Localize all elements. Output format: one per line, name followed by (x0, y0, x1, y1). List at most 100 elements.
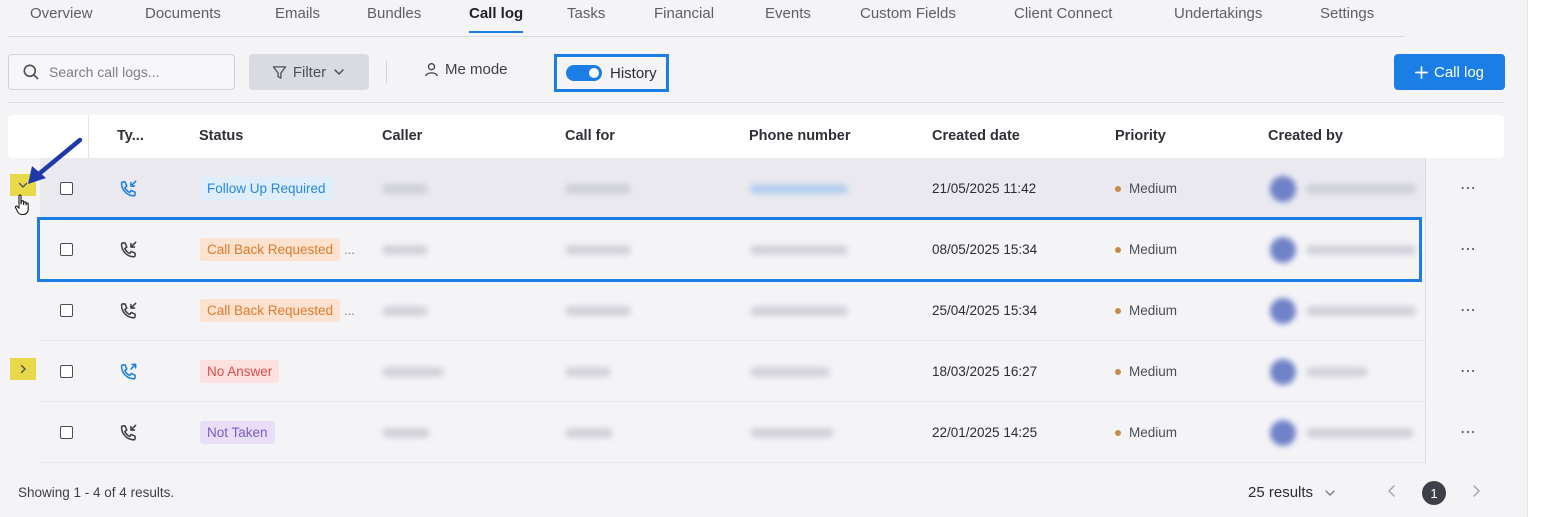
toolbar-divider (386, 61, 387, 83)
header-priority[interactable]: Priority (1115, 128, 1166, 144)
filter-button[interactable]: Filter (249, 54, 369, 90)
priority-indicator: Medium (1115, 425, 1177, 440)
created-by-redacted (1306, 244, 1416, 255)
priority-indicator: Medium (1115, 181, 1177, 196)
header-caller[interactable]: Caller (382, 128, 422, 144)
priority-label: Medium (1129, 425, 1178, 440)
priority-dot (1115, 429, 1121, 436)
row-checkbox[interactable] (60, 304, 73, 317)
incoming-call-icon (120, 241, 137, 258)
tab-bar: Overview Documents Emails Bundles Call l… (8, 0, 1405, 37)
me-mode-label: Me mode (445, 61, 508, 78)
row-more-options-icon[interactable]: ⋯ (1460, 239, 1476, 259)
tab-financial[interactable]: Financial (654, 5, 714, 31)
priority-indicator: Medium (1115, 303, 1177, 318)
priority-label: Medium (1129, 364, 1178, 379)
status-badge: Not Taken (200, 421, 275, 444)
row-more-options-icon[interactable]: ⋯ (1460, 300, 1476, 320)
header-divider (88, 115, 89, 158)
created-date: 18/03/2025 16:27 (932, 364, 1038, 379)
row-checkbox[interactable] (60, 243, 73, 256)
row-expand-toggle-collapsed[interactable] (10, 358, 36, 380)
vertical-scrollbar[interactable] (1527, 0, 1541, 517)
row-checkbox[interactable] (60, 426, 73, 439)
header-type[interactable]: Ty... (117, 128, 144, 144)
table-row[interactable]: Call Back Requested... 25/04/2025 15:34 Me… (40, 280, 1425, 341)
created-by-redacted (1306, 183, 1416, 194)
created-by-redacted (1306, 427, 1414, 438)
call-for-redacted (565, 183, 631, 194)
avatar (1270, 236, 1296, 263)
chevron-down-icon (1325, 489, 1335, 496)
row-more-options-icon[interactable]: ⋯ (1460, 361, 1476, 381)
tab-undertakings[interactable]: Undertakings (1174, 5, 1262, 31)
tab-call-log[interactable]: Call log (469, 5, 524, 33)
header-phone-number[interactable]: Phone number (749, 128, 851, 144)
results-per-page-select[interactable]: 25 results (1248, 484, 1337, 501)
status-badge: Follow Up Required (200, 177, 333, 200)
row-more-options-icon[interactable]: ⋯ (1460, 178, 1476, 198)
created-date: 08/05/2025 15:34 (932, 242, 1038, 257)
tab-overview[interactable]: Overview (30, 5, 93, 31)
status-badge: Call Back Requested (200, 238, 341, 261)
search-box[interactable] (8, 54, 235, 90)
chevron-right-icon (1473, 485, 1481, 497)
priority-dot (1115, 307, 1121, 314)
add-call-log-label: Call log (1433, 63, 1485, 81)
annotation-arrow-icon (28, 137, 83, 184)
hand-cursor-icon (14, 194, 29, 216)
plus-icon (1415, 65, 1428, 79)
tab-events[interactable]: Events (765, 5, 811, 31)
history-toggle[interactable] (566, 65, 602, 81)
tab-tasks[interactable]: Tasks (567, 5, 605, 31)
tab-client-connect[interactable]: Client Connect (1014, 5, 1112, 31)
phone-redacted (750, 244, 848, 255)
caller-redacted (382, 305, 428, 316)
created-date: 22/01/2025 14:25 (932, 425, 1038, 440)
table-row[interactable]: No Answer 18/03/2025 16:27 Medium (40, 341, 1425, 402)
tab-custom-fields[interactable]: Custom Fields (860, 5, 956, 31)
created-by-redacted (1306, 305, 1416, 316)
previous-page-button[interactable] (1386, 484, 1398, 503)
next-page-button[interactable] (1470, 484, 1482, 503)
history-label: History (610, 64, 657, 82)
toolbar-divider-line (8, 102, 1505, 103)
search-input[interactable] (49, 64, 219, 80)
header-created-date[interactable]: Created date (932, 128, 1020, 144)
row-checkbox[interactable] (60, 365, 73, 378)
status-badge: Call Back Requested (200, 299, 341, 322)
priority-dot (1115, 185, 1121, 192)
phone-redacted[interactable] (750, 183, 848, 194)
status-overflow-indicator: ... (344, 303, 355, 318)
priority-indicator: Medium (1115, 364, 1177, 379)
me-mode-button[interactable]: Me mode (424, 61, 508, 78)
page-button-current[interactable]: 1 (1422, 481, 1446, 505)
header-call-for[interactable]: Call for (565, 128, 615, 144)
call-for-redacted (565, 427, 613, 438)
created-date: 25/04/2025 15:34 (932, 303, 1038, 318)
outgoing-call-icon (120, 363, 137, 380)
header-status[interactable]: Status (199, 128, 243, 144)
add-call-log-button[interactable]: Call log (1394, 54, 1505, 90)
chevron-right-icon (20, 364, 26, 374)
phone-redacted (750, 427, 834, 438)
chevron-left-icon (1387, 485, 1395, 497)
row-more-options-icon[interactable]: ⋯ (1460, 422, 1476, 442)
table-row[interactable]: Call Back Requested... 08/05/2025 15:34 Me… (40, 219, 1425, 280)
funnel-icon (272, 65, 287, 79)
tab-emails[interactable]: Emails (275, 5, 320, 31)
phone-redacted (750, 366, 830, 377)
header-created-by[interactable]: Created by (1268, 128, 1343, 144)
avatar (1270, 419, 1296, 446)
tab-documents[interactable]: Documents (145, 5, 221, 31)
table-row[interactable]: Follow Up Required 21/05/2025 11:42 Medium (40, 158, 1425, 219)
tab-settings[interactable]: Settings (1320, 5, 1374, 31)
table-row[interactable]: Not Taken 22/01/2025 14:25 Medium (40, 402, 1425, 463)
avatar (1270, 358, 1296, 385)
table-header: Ty... Status Caller Call for Phone numbe… (8, 115, 1504, 158)
priority-label: Medium (1129, 181, 1178, 196)
tab-bundles[interactable]: Bundles (367, 5, 421, 31)
caller-redacted (382, 244, 428, 255)
status-overflow-indicator: ... (344, 242, 355, 257)
search-icon (23, 64, 39, 80)
